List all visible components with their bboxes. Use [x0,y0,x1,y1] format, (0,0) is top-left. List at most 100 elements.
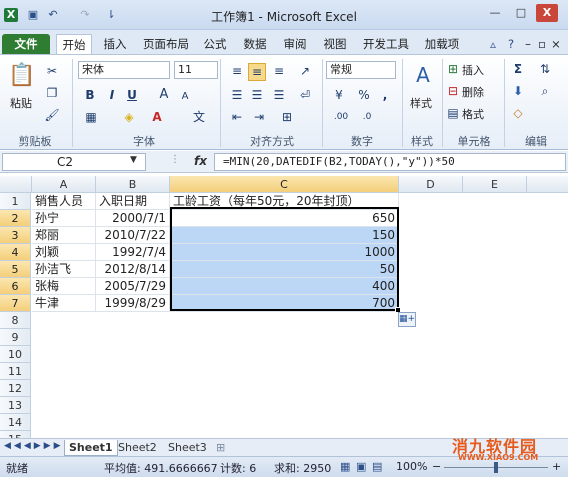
phonetic-icon[interactable]: 文 [190,109,208,125]
font-color-icon[interactable]: A [148,109,166,125]
cell-b1[interactable]: 入职日期 [96,193,170,210]
decrease-decimal-icon[interactable]: .0 [356,109,378,125]
tab-page-layout[interactable]: 页面布局 [140,34,192,54]
tab-developer[interactable]: 开发工具 [360,34,412,54]
align-left-icon[interactable]: ☰ [228,87,246,103]
clear-icon[interactable]: ◇ [510,105,526,121]
percent-button[interactable]: % [356,87,372,103]
align-middle-icon[interactable]: ≡ [248,63,266,81]
row-header[interactable]: 7 [0,295,31,312]
zoom-out-button[interactable]: − [432,460,441,473]
page-break-view-icon[interactable]: ▤ [372,460,382,473]
sheet-tab-sheet2[interactable]: Sheet2 [114,440,161,456]
format-cells-button[interactable]: 格式 [462,106,484,122]
column-header[interactable]: E [463,176,527,193]
close-button[interactable]: X [536,4,558,22]
zoom-in-button[interactable]: + [552,460,561,473]
format-painter-icon[interactable]: 🖌 [44,107,60,123]
align-center-icon[interactable]: ☰ [248,87,266,103]
styles-button[interactable]: 样式 [410,95,432,111]
row-header[interactable]: 8 [0,312,31,329]
cell-b3[interactable]: 2010/7/22 [96,227,170,244]
cell-b4[interactable]: 1992/7/4 [96,244,170,261]
cell-b6[interactable]: 2005/7/29 [96,278,170,295]
cell-b7[interactable]: 1999/8/29 [96,295,170,312]
cell-a6[interactable]: 张梅 [32,278,96,295]
doc-restore-icon[interactable]: ▫ [536,34,548,54]
name-box-dropdown-icon[interactable]: ▼ [130,155,137,165]
row-header[interactable]: 6 [0,278,31,295]
cell-a3[interactable]: 郑丽 [32,227,96,244]
tab-addins[interactable]: 加载项 [422,34,462,54]
formula-input[interactable]: =MIN(20,DATEDIF(B2,TODAY(),"y"))*50 [214,153,566,171]
row-header[interactable]: 12 [0,380,31,397]
grow-font-button[interactable]: A [156,87,172,103]
fill-icon[interactable]: ⬇ [510,83,526,99]
decrease-indent-icon[interactable]: ⇤ [228,109,246,125]
page-layout-view-icon[interactable]: ▣ [356,460,366,473]
align-right-icon[interactable]: ☰ [270,87,288,103]
format-cells-icon[interactable]: ▤ [446,105,460,121]
row-header[interactable]: 1 [0,193,31,210]
find-select-icon[interactable]: ⌕ [536,83,554,99]
number-format-select[interactable]: 常规 [326,61,396,79]
row-header[interactable]: 15 [0,431,31,438]
comma-button[interactable]: , [378,87,392,103]
cell-a2[interactable]: 孙宁 [32,210,96,227]
zoom-level[interactable]: 100% [396,460,427,473]
tab-view[interactable]: 视图 [320,34,350,54]
font-size-select[interactable]: 11 [174,61,218,79]
row-header[interactable]: 5 [0,261,31,278]
wrap-text-icon[interactable]: ⏎ [296,87,314,103]
sort-filter-icon[interactable]: ⇅ [536,61,554,77]
doc-minimize-icon[interactable]: – [522,34,534,54]
column-header[interactable]: B [96,176,170,193]
underline-button[interactable]: U [124,87,140,103]
column-header[interactable]: C [170,176,399,193]
new-sheet-icon[interactable]: ⊞ [212,440,229,456]
sheet-tab-sheet3[interactable]: Sheet3 [164,440,211,456]
cell-a5[interactable]: 孙洁飞 [32,261,96,278]
cell-a1[interactable]: 销售人员 [32,193,96,210]
insert-cells-button[interactable]: 插入 [462,62,484,78]
merge-icon[interactable]: ⊞ [278,109,296,125]
row-header[interactable]: 11 [0,363,31,380]
name-box[interactable]: C2 [2,153,146,171]
autosum-icon[interactable]: Σ [510,61,526,77]
copy-icon[interactable]: ❐ [44,85,60,101]
zoom-slider-thumb[interactable] [494,462,498,473]
delete-cells-button[interactable]: 删除 [462,84,484,100]
insert-cells-icon[interactable]: ⊞ [446,61,460,77]
cell-b5[interactable]: 2012/8/14 [96,261,170,278]
cell-a4[interactable]: 刘颖 [32,244,96,261]
column-header[interactable]: A [32,176,96,193]
sheet-tab-sheet1[interactable]: Sheet1 [64,440,118,456]
tab-insert[interactable]: 插入 [100,34,130,54]
orientation-icon[interactable]: ↗ [296,63,314,79]
bold-button[interactable]: B [82,87,98,103]
paste-icon[interactable]: 📋 [8,61,35,91]
cell-a7[interactable]: 牛津 [32,295,96,312]
row-header[interactable]: 9 [0,329,31,346]
sheet-nav-arrows-icon[interactable]: ◀◀◀▶▶▶ [4,441,64,451]
paste-button[interactable]: 粘贴 [10,95,32,111]
border-icon[interactable]: ▦ [82,109,100,125]
currency-icon[interactable]: ¥ [328,87,350,103]
auto-fill-options-icon[interactable]: ▦+ [398,312,416,327]
formula-bar-handle-icon[interactable]: ⋮ [170,154,180,165]
cut-icon[interactable]: ✂ [44,63,60,79]
row-header[interactable]: 10 [0,346,31,363]
normal-view-icon[interactable]: ▦ [340,460,350,473]
doc-close-icon[interactable]: × [550,34,562,54]
delete-cells-icon[interactable]: ⊟ [446,83,460,99]
row-header[interactable]: 3 [0,227,31,244]
row-header[interactable]: 4 [0,244,31,261]
fill-color-icon[interactable]: ◈ [120,109,138,125]
italic-button[interactable]: I [104,87,120,103]
minimize-button[interactable]: — [484,4,506,22]
styles-icon[interactable]: A [410,61,436,89]
tab-data[interactable]: 数据 [240,34,270,54]
tab-file[interactable]: 文件 [2,34,50,54]
increase-indent-icon[interactable]: ⇥ [250,109,268,125]
minimize-ribbon-icon[interactable]: ▵ [486,34,500,54]
